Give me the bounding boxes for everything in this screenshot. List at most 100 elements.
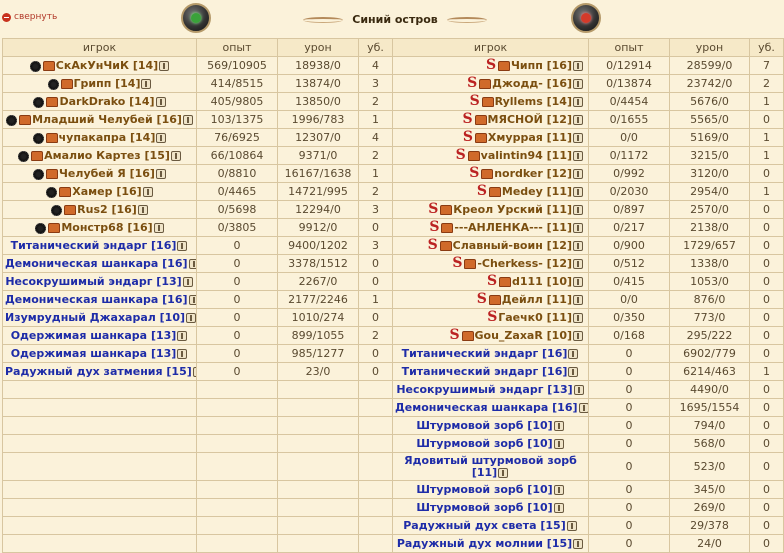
right-player-name[interactable]: Демоническая шанкара [16] <box>395 401 578 414</box>
info-icon[interactable] <box>566 521 577 531</box>
info-icon[interactable] <box>192 367 196 377</box>
right-player-name[interactable]: -Cherkess- [12] <box>477 257 572 270</box>
info-icon[interactable] <box>573 60 583 71</box>
right-kills-cell: 0 <box>749 344 784 363</box>
left-player-name[interactable]: Младший Челубей [16] <box>32 113 182 126</box>
right-player-name[interactable]: Gou_ZaxaR [10] <box>475 329 573 342</box>
right-player-name[interactable]: Несокрушимый эндарг [13] <box>396 383 572 396</box>
right-player-name[interactable]: Радужный дух молнии [15] <box>397 537 572 550</box>
right-player-name[interactable]: d111 [10] <box>512 275 572 288</box>
info-icon[interactable] <box>568 349 579 359</box>
right-player-name[interactable]: Гаечк0 [11] <box>498 311 572 324</box>
left-player-name[interactable]: Амалио Картез [15] <box>44 149 170 162</box>
info-icon[interactable] <box>553 485 564 495</box>
right-player-name[interactable]: Титанический эндарг [16] <box>402 347 568 360</box>
left-empty-cell <box>277 452 359 481</box>
info-icon[interactable] <box>142 187 153 197</box>
left-player-name[interactable]: Грипп [14] <box>74 77 141 90</box>
info-icon[interactable] <box>573 240 583 251</box>
left-player-name[interactable]: Хамер [16] <box>72 185 141 198</box>
rank-crown-icon <box>48 223 61 233</box>
info-icon[interactable] <box>573 114 583 125</box>
left-player-name[interactable]: Демоническая шанкара [16] <box>5 293 188 306</box>
info-icon[interactable] <box>159 61 170 71</box>
right-dmg-cell: 28599/0 <box>669 56 750 75</box>
info-icon[interactable] <box>573 294 583 305</box>
info-icon[interactable] <box>553 421 564 431</box>
info-icon[interactable] <box>573 78 583 89</box>
info-icon[interactable] <box>498 467 509 478</box>
left-player-name[interactable]: СкАкУнЧиК [14] <box>56 59 158 72</box>
right-player-name[interactable]: Хмуррая [11] <box>488 131 572 144</box>
info-icon[interactable] <box>573 385 584 395</box>
right-player-name[interactable]: Штурмовой зорб [10] <box>416 437 552 450</box>
right-player-name[interactable]: Штурмовой зорб [10] <box>416 483 552 496</box>
right-player-name[interactable]: МЯСНОЙ [12] <box>488 113 572 126</box>
right-player-name[interactable]: Штурмовой зорб [10] <box>416 419 552 432</box>
info-icon[interactable] <box>155 97 166 107</box>
info-icon[interactable] <box>155 169 166 179</box>
left-player-name[interactable]: Монстр68 [16] <box>61 221 152 234</box>
right-dmg-cell: 5565/0 <box>669 110 750 129</box>
left-player-name[interactable]: Изумрудный Джахарал [10] <box>5 311 185 324</box>
info-icon[interactable] <box>177 241 188 251</box>
left-player-name[interactable]: чупакапра [14] <box>59 131 156 144</box>
info-icon[interactable] <box>573 186 583 197</box>
info-icon[interactable] <box>156 133 167 143</box>
left-player-name[interactable]: DarkDrako [14] <box>59 95 154 108</box>
info-icon[interactable] <box>188 295 196 305</box>
right-player-name[interactable]: Штурмовой зорб [10] <box>416 501 552 514</box>
info-icon[interactable] <box>573 222 583 233</box>
right-player-name[interactable]: Радужный дух света [15] <box>403 519 565 532</box>
left-player-name[interactable]: Демоническая шанкара [16] <box>5 257 188 270</box>
right-player-name[interactable]: Славный-воин [12] <box>453 239 572 252</box>
right-player-name[interactable]: Medey [11] <box>502 185 572 198</box>
info-icon[interactable] <box>170 151 181 161</box>
info-icon[interactable] <box>153 223 164 233</box>
info-icon[interactable] <box>573 168 583 179</box>
info-icon[interactable] <box>186 313 196 323</box>
right-name-cell: ---АНЛЕНКА--- [11] <box>392 218 589 237</box>
right-player-name[interactable]: Дейлл [11] <box>502 293 572 306</box>
info-icon[interactable] <box>182 115 193 125</box>
left-player-name[interactable]: Одержимая шанкара [13] <box>11 329 177 342</box>
info-icon[interactable] <box>573 150 583 161</box>
info-icon[interactable] <box>553 503 564 513</box>
info-icon[interactable] <box>573 132 583 143</box>
info-icon[interactable] <box>568 367 579 377</box>
collapse-button[interactable]: свернуть <box>2 12 57 22</box>
right-player-name[interactable]: valintin94 [11] <box>481 149 572 162</box>
right-player-name[interactable]: Джодд- [16] <box>492 77 572 90</box>
right-kills-cell: 1 <box>749 92 784 111</box>
info-icon[interactable] <box>177 349 188 359</box>
info-icon[interactable] <box>182 277 193 287</box>
left-player-name[interactable]: Титанический эндарг [16] <box>11 239 177 252</box>
left-empty-cell <box>196 416 278 435</box>
info-icon[interactable] <box>573 96 583 107</box>
left-player-name[interactable]: Челубей Я [16] <box>59 167 155 180</box>
info-icon[interactable] <box>573 204 583 215</box>
info-icon[interactable] <box>141 79 152 89</box>
right-kills-cell: 0 <box>749 534 784 553</box>
info-icon[interactable] <box>177 331 188 341</box>
left-player-name[interactable]: Одержимая шанкара [13] <box>11 347 177 360</box>
info-icon[interactable] <box>188 259 196 269</box>
right-player-name[interactable]: Креол Урский [11] <box>453 203 572 216</box>
right-player-name[interactable]: Ryllems [14] <box>495 95 572 108</box>
right-player-name[interactable]: nordker [12] <box>494 167 572 180</box>
info-icon[interactable] <box>573 330 583 341</box>
info-icon[interactable] <box>573 258 583 269</box>
right-player-name[interactable]: Ядовитый штурмовой зорб [11] <box>404 454 577 479</box>
right-player-name[interactable]: Титанический эндарг [16] <box>402 365 568 378</box>
info-icon[interactable] <box>578 403 588 413</box>
info-icon[interactable] <box>573 312 583 323</box>
info-icon[interactable] <box>573 276 583 287</box>
left-player-name[interactable]: Несокрушимый эндарг [13] <box>5 275 181 288</box>
right-exp-cell: 0/415 <box>588 272 670 291</box>
right-player-name[interactable]: ---АНЛЕНКА--- [11] <box>454 221 572 234</box>
left-player-name[interactable]: Радужный дух затмения [15] <box>5 365 192 378</box>
left-player-name[interactable]: Rus2 [16] <box>77 203 137 216</box>
right-player-name[interactable]: Чипп [16] <box>511 59 572 72</box>
info-icon[interactable] <box>137 205 148 215</box>
info-icon[interactable] <box>553 439 564 449</box>
